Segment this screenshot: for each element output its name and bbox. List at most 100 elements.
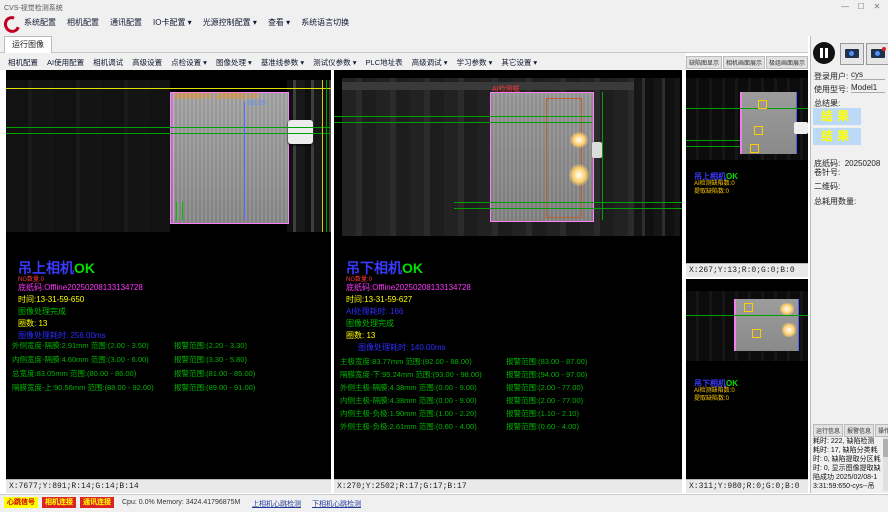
menu-item[interactable]: 相机配置 (67, 17, 99, 28)
pause-icon (825, 48, 828, 58)
measure-line-green-4 (334, 122, 592, 123)
log-area: 耗时: 222, 缺陷检测耗时: 17, 缺陷分类耗时: 0, 缺陷提取分区耗时… (813, 437, 881, 491)
thumb-info-2: 提取缺陷数:0 (694, 186, 729, 195)
qr-label: 二维码: (814, 181, 840, 192)
log-tab[interactable]: 操作信息 (875, 424, 888, 437)
thumb-line-green-2 (686, 140, 740, 141)
thumb-coords-upper: X:267;Y:13;R:0;G:0;B:0 (686, 263, 808, 277)
toolbar-item[interactable]: AI使用配置 (47, 57, 84, 68)
log-tab[interactable]: 运行信息 (813, 424, 843, 437)
toolbar-item[interactable]: 其它设置 ▾ (501, 57, 537, 68)
menu-item[interactable]: IO卡配置 ▾ (153, 17, 192, 28)
serial-value: 20250208 (845, 159, 881, 168)
serial-line-2: 底纸码:Offline20250208133134728 (346, 282, 471, 293)
time-line: 时间:13-31-59-650 (18, 294, 84, 305)
tab-run-image[interactable]: 运行图像 (4, 36, 52, 54)
toolbar-item[interactable]: 测试仪参数 ▾ (313, 57, 356, 68)
tab-connector-2 (592, 142, 602, 158)
reflection-glow-2 (569, 164, 589, 186)
width-marker-line (244, 102, 245, 220)
measure-line-green-2 (6, 133, 331, 134)
menu-item[interactable]: 光源控制配置 ▾ (203, 17, 257, 28)
image-background-left (6, 80, 170, 232)
app-logo-icon (4, 16, 19, 31)
log-tabs: 运行信息报警信息操作信息 (813, 424, 888, 437)
toolbar-item[interactable]: 高级调试 ▾ (412, 57, 448, 68)
view-tab[interactable]: 极组画面展示 (766, 56, 808, 69)
toolbar-item[interactable]: 点检设置 ▾ (171, 57, 207, 68)
toolbar-item[interactable]: 相机调试 (93, 57, 123, 68)
edge-line-magenta (173, 92, 174, 222)
process-time-line-2: 图像处理耗时: 140.00ms (358, 342, 446, 353)
pause-button[interactable] (813, 42, 835, 64)
close-button[interactable]: ✕ (870, 2, 884, 11)
toolbar-item[interactable]: 学习参数 ▾ (456, 57, 492, 68)
sidebar: 登录用户: cys 使用型号: Model1 总结果: 结果 结果 底纸码: 2… (810, 36, 888, 493)
measurement-row: 内侧主极-负极:1.90mm 范围:(1.00 - 2.20) 报警范围:(1.… (334, 408, 682, 421)
toolbar-item[interactable]: 相机配置 (8, 57, 38, 68)
count-label: 总耗用数量: (814, 196, 856, 207)
camera-snapshot-button[interactable] (840, 43, 864, 65)
toolbar-item[interactable]: 基准线参数 ▾ (261, 57, 304, 68)
thumbnail-image-lower[interactable] (686, 291, 808, 361)
view-tab[interactable]: 缺陷图显示 (686, 56, 722, 69)
toolbar-item[interactable]: 高级设置 (132, 57, 162, 68)
thumbnail-image-upper[interactable] (686, 78, 808, 160)
minimize-button[interactable]: — (838, 2, 852, 11)
tab-connector (288, 120, 313, 144)
model-label: 使用型号: (814, 84, 848, 95)
measurement-row: 主极宽度:83.77mm 范围:(82.00 - 88.00) 报警范围:(83… (334, 356, 682, 369)
toolbar-item[interactable]: 图像处理 ▾ (216, 57, 252, 68)
menu-item[interactable]: 查看 ▾ (268, 17, 290, 28)
defect-marker-3 (750, 144, 759, 153)
record-dot-icon (882, 47, 886, 51)
measurement-text: 内侧宽度-隔膜:4.60mm 范围:(3.00 - 6.00) (12, 354, 149, 365)
measurement-text: 外侧主极-负极:2.61mm 范围:(0.60 - 4.00) (340, 421, 477, 432)
alarm-range-text: 报警范围:(2.20 - 3.30) (174, 340, 247, 351)
upper-camera-heartbeat-link[interactable]: 上相机心跳检测 (252, 499, 301, 509)
thumbnail-panel-upper[interactable]: 吊上相机OK AI检测缺陷数:0 提取缺陷数:0 X:267;Y:13;R:0;… (686, 70, 808, 277)
pause-icon (820, 48, 823, 58)
turns-line-2: 圈数: 13 (346, 330, 375, 341)
thumb-connector (794, 122, 808, 134)
measurement-row: 隔膜宽度-下:95.24mm 范围:(93.00 - 98.00) 报警范围:(… (334, 369, 682, 382)
maximize-button[interactable]: ☐ (854, 2, 868, 11)
measure-line-green-5 (454, 202, 682, 203)
measurement-row: 外侧主极-隔膜:4.38mm 范围:(0.00 - 9.00) 报警范围:(2.… (334, 382, 682, 395)
alarm-range-text: 报警范围:(1.10 - 2.10) (506, 408, 579, 419)
measurement-text: 隔膜宽度-下:95.24mm 范围:(93.00 - 98.00) (340, 369, 482, 380)
scrollbar-thumb[interactable] (883, 439, 888, 457)
reflection-glow-1 (570, 132, 588, 148)
measure-line-green-6 (454, 208, 682, 209)
machinery-right-shade (634, 78, 680, 236)
login-user-value: cys (851, 70, 885, 80)
pixel-coords-readout-2: X:270;Y:2502;R:17;G:17;B:17 (334, 479, 682, 493)
thumb-line-green-1 (686, 108, 808, 109)
menu-item[interactable]: 通讯配置 (110, 17, 142, 28)
defect-marker-2 (754, 126, 763, 135)
tab-strip: 运行图像 (0, 36, 808, 53)
defect-marker-5 (752, 329, 761, 338)
camera-panel-upper[interactable]: 灰度阈值:93, 动态阈值:100 83.05 吊上相机OK NG数量:0 底纸… (6, 70, 331, 493)
camera-panel-lower[interactable]: AI检测框 吊下相机OK NG数量:0 底纸码:Offline202502081… (334, 70, 682, 493)
measurement-text: 隔膜宽度-上:90.56mm 范围:(88.00 - 92.00) (12, 382, 154, 393)
measurement-text: 内侧主极-负极:1.90mm 范围:(1.00 - 2.20) (340, 408, 477, 419)
alarm-range-text: 报警范围:(81.00 - 85.00) (174, 368, 255, 379)
camera-record-button[interactable] (866, 43, 888, 65)
alarm-range-text: 报警范围:(83.00 - 87.00) (506, 356, 587, 367)
log-scrollbar[interactable] (883, 437, 888, 491)
pin-label: 卷针号: (814, 167, 840, 178)
menu-item[interactable]: 系统配置 (24, 17, 56, 28)
toolbar-items: 相机配置 AI使用配置相机调试高级设置点检设置 ▾ 图像处理 ▾ 基准线参数 ▾ 测试仪… (8, 57, 537, 68)
log-tab[interactable]: 报警信息 (844, 424, 874, 437)
view-tab[interactable]: 相机画面展示 (723, 56, 765, 69)
lower-camera-heartbeat-link[interactable]: 下相机心跳检测 (312, 499, 361, 509)
menu-item[interactable]: 系统语言切换 (301, 17, 349, 28)
view-tabs: 缺陷图显示相机画面展示极组画面展示 (686, 56, 808, 69)
measure-line-green-3 (334, 116, 592, 117)
camera-image-upper[interactable]: 灰度阈值:93, 动态阈值:100 83.05 (6, 76, 331, 236)
thumbnail-panel-lower[interactable]: 吊下相机OK AI检测缺陷数:0 提取缺陷数:0 X:311;Y:980;R:0… (686, 279, 808, 493)
toolbar-item[interactable]: PLC地址表 (366, 57, 403, 68)
image-background-right (287, 80, 331, 232)
camera-image-lower[interactable]: AI检测框 (334, 76, 682, 236)
